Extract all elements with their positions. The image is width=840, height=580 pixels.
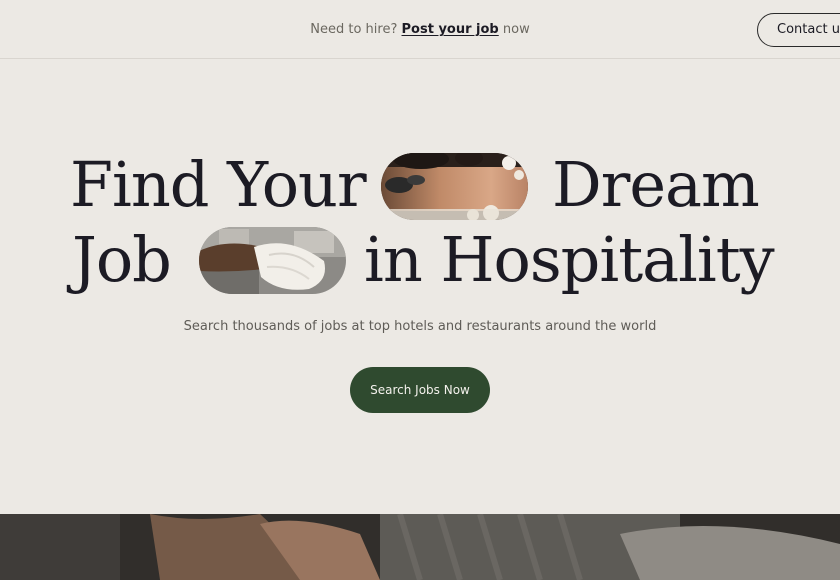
- hire-prompt: Need to hire? Post your job now: [0, 21, 840, 39]
- headline-job: Job: [72, 223, 172, 296]
- headline-find-your: Find Your: [70, 148, 367, 221]
- hire-suffix-text: now: [502, 22, 530, 37]
- headline-dream: Dream: [552, 148, 760, 221]
- headline-in-hospitality: in Hospitality: [364, 223, 775, 296]
- post-your-job-link[interactable]: Post your job: [402, 22, 499, 37]
- bottom-hero-photo: [0, 514, 840, 580]
- hero-subtitle: Search thousands of jobs at top hotels a…: [183, 319, 657, 334]
- contact-us-button[interactable]: Contact us: [757, 13, 840, 47]
- search-jobs-button[interactable]: Search Jobs Now: [350, 367, 490, 413]
- hire-prefix-text: Need to hire?: [310, 22, 398, 37]
- top-bar: Need to hire? Post your job now Contact …: [0, 0, 840, 59]
- towel-photo: [199, 227, 346, 294]
- massage-photo: [381, 153, 528, 220]
